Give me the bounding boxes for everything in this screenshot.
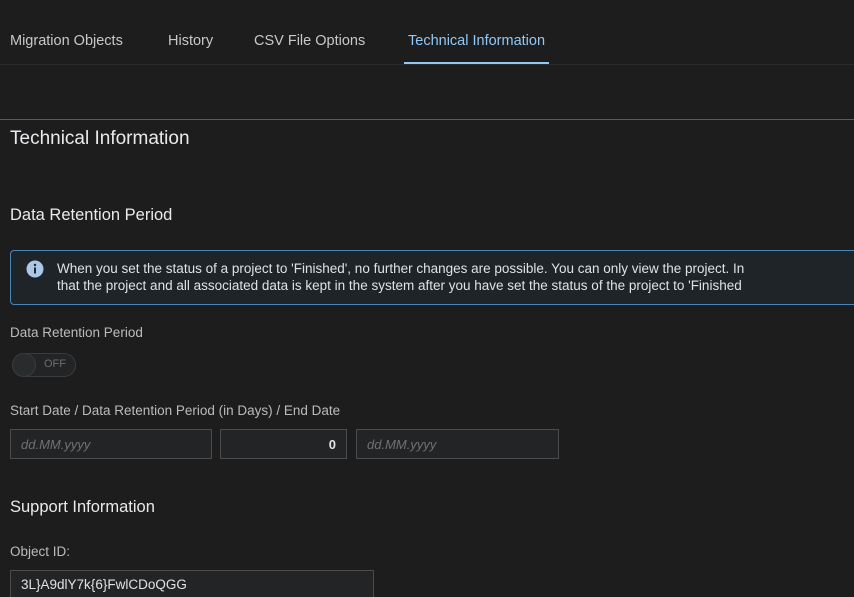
object-id-field[interactable]: 3L}A9dlY7k{6}FwlCDoQGG [10, 570, 374, 597]
page-title: Technical Information [10, 128, 190, 149]
dates-label: Start Date / Data Retention Period (in D… [10, 403, 341, 418]
info-message-line-2: that the project and all associated data… [57, 278, 742, 293]
info-icon [26, 260, 44, 278]
tab-migration-objects[interactable]: Migration Objects [10, 0, 123, 64]
retention-days-input[interactable] [220, 429, 347, 459]
start-date-input[interactable] [10, 429, 212, 459]
toggle-knob [12, 353, 36, 377]
info-message-line-1: When you set the status of a project to … [57, 261, 745, 276]
tab-csv-file-options[interactable]: CSV File Options [254, 0, 365, 64]
info-message-strip: When you set the status of a project to … [10, 250, 854, 305]
tab-history[interactable]: History [168, 0, 213, 64]
tab-technical-information[interactable]: Technical Information [403, 0, 550, 64]
end-date-input[interactable] [356, 429, 559, 459]
toggle-state-text: OFF [44, 358, 66, 370]
info-message-text: When you set the status of a project to … [57, 260, 744, 294]
support-section-title: Support Information [10, 498, 155, 516]
tab-bar: Migration Objects History CSV File Optio… [0, 0, 854, 65]
object-id-label: Object ID: [10, 544, 71, 559]
section-divider [0, 119, 854, 120]
data-retention-toggle-label: Data Retention Period [10, 325, 143, 340]
page: Migration Objects History CSV File Optio… [0, 0, 854, 597]
data-retention-toggle[interactable]: OFF [12, 353, 76, 377]
data-retention-section-title: Data Retention Period [10, 206, 173, 224]
